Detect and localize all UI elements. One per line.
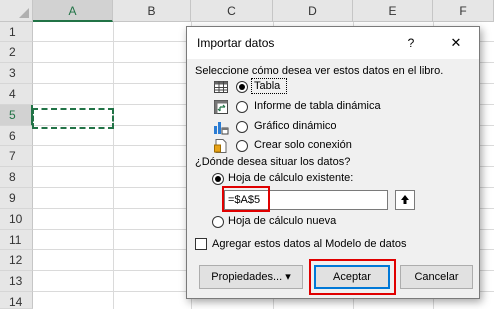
radio-hoja-existente[interactable] <box>212 173 224 185</box>
row-header-6[interactable]: 6 <box>0 126 33 146</box>
help-button[interactable]: ? <box>400 33 422 53</box>
row-header-2[interactable]: 2 <box>0 42 33 63</box>
column-header-f[interactable]: F <box>433 0 494 22</box>
row-header-9[interactable]: 9 <box>0 188 33 209</box>
option-crear-solo-conexion-label[interactable]: Crear solo conexión <box>254 139 352 151</box>
pivot-chart-icon <box>214 122 229 135</box>
row-header-11[interactable]: 11 <box>0 230 33 250</box>
highlight-accept-button <box>309 259 396 295</box>
row-header-10[interactable]: 10 <box>0 209 33 230</box>
highlight-cell-reference <box>222 186 270 212</box>
option-hoja-nueva-label[interactable]: Hoja de cálculo nueva <box>228 215 336 227</box>
select-all-corner[interactable] <box>0 0 33 22</box>
table-icon <box>214 81 228 93</box>
column-header-a[interactable]: A <box>33 0 113 22</box>
option-grafico-dinamico-label[interactable]: Gráfico dinámico <box>254 120 337 132</box>
view-prompt-label: Seleccione cómo desea ver estos datos en… <box>195 65 444 77</box>
row-header-13[interactable]: 13 <box>0 271 33 292</box>
radio-crear-solo-conexion[interactable] <box>236 140 248 152</box>
radio-tabla[interactable] <box>236 81 248 93</box>
data-model-label[interactable]: Agregar estos datos al Modelo de datos <box>212 238 406 250</box>
row-header-3[interactable]: 3 <box>0 63 33 84</box>
location-prompt-label: ¿Dónde desea situar los datos? <box>195 156 351 168</box>
properties-button-label: Propiedades... <box>211 271 283 283</box>
collapse-arrow-icon <box>401 195 409 204</box>
radio-grafico-dinamico[interactable] <box>236 121 248 133</box>
row-header-14[interactable]: 14 <box>0 292 33 309</box>
row-header-4[interactable]: 4 <box>0 84 33 105</box>
dialog-title: Importar datos <box>197 36 275 50</box>
column-header-c[interactable]: C <box>191 0 273 22</box>
column-header-d[interactable]: D <box>273 0 353 22</box>
row-header-8[interactable]: 8 <box>0 167 33 188</box>
properties-button[interactable]: Propiedades... ▾ <box>199 265 303 289</box>
radio-informe-tabla-dinamica[interactable] <box>236 101 248 113</box>
row-header-5[interactable]: 5 <box>0 105 33 126</box>
dropdown-arrow-icon: ▾ <box>285 271 291 283</box>
option-tabla-label[interactable]: Tabla <box>254 80 280 92</box>
selected-cell-a5-marquee[interactable] <box>32 108 114 129</box>
dialog-titlebar[interactable]: Importar datos ? ✕ <box>187 27 479 59</box>
collapse-dialog-button[interactable] <box>395 190 415 210</box>
column-header-e[interactable]: E <box>353 0 433 22</box>
row-header-7[interactable]: 7 <box>0 146 33 167</box>
close-button[interactable]: ✕ <box>445 33 467 53</box>
data-model-checkbox[interactable] <box>195 238 207 250</box>
column-header-b[interactable]: B <box>113 0 191 22</box>
pivot-table-icon <box>214 100 228 114</box>
option-informe-tabla-dinamica-label[interactable]: Informe de tabla dinámica <box>254 100 381 112</box>
row-header-12[interactable]: 12 <box>0 250 33 271</box>
cancel-button[interactable]: Cancelar <box>400 265 473 289</box>
select-all-triangle <box>19 8 29 18</box>
connection-icon <box>214 139 227 153</box>
option-hoja-existente-label[interactable]: Hoja de cálculo existente: <box>228 172 353 184</box>
row-header-1[interactable]: 1 <box>0 22 33 42</box>
radio-hoja-nueva[interactable] <box>212 216 224 228</box>
